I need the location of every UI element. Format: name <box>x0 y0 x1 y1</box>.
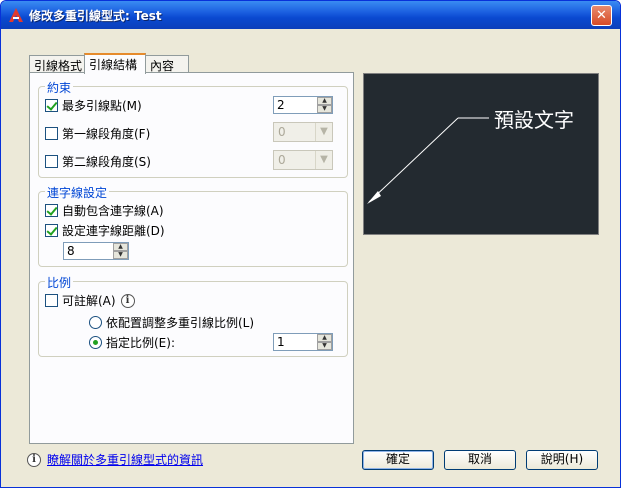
arrowhead-icon <box>367 191 381 204</box>
dialog-window: 修改多重引線型式: Test ✕ 引線格式 引線結構 內容 約束 最多引線點(M… <box>0 0 621 488</box>
second-angle-combo: 0 ▼ <box>273 150 333 170</box>
max-points-checkbox[interactable] <box>45 99 58 112</box>
spin-up-icon[interactable]: ▲ <box>317 97 332 105</box>
autocad-logo-icon <box>9 8 23 22</box>
max-points-row: 最多引線點(M) <box>45 97 142 114</box>
auto-include-label: 自動包含連字線(A) <box>62 204 164 218</box>
spin-down-icon[interactable]: ▼ <box>317 342 332 350</box>
info-icon: i <box>27 452 41 467</box>
auto-include-row: 自動包含連字線(A) <box>45 202 164 219</box>
footer-info: i 瞭解關於多重引線型式的資訊 <box>27 451 203 468</box>
scale-group: 比例 可註解(A) i 依配置調整多重引線比例(L) 指定比例(E): 1 ▲ … <box>38 274 348 357</box>
first-angle-combo: 0 ▼ <box>273 122 333 142</box>
set-distance-checkbox[interactable] <box>45 224 58 237</box>
max-points-value[interactable]: 2 <box>274 98 317 112</box>
scale-to-layout-label: 依配置調整多重引線比例(L) <box>106 316 255 330</box>
set-distance-label: 設定連字線距離(D) <box>62 224 165 238</box>
chevron-down-icon: ▼ <box>315 123 332 141</box>
scale-to-layout-radio[interactable] <box>89 316 102 329</box>
scale-to-layout-row: 依配置調整多重引線比例(L) <box>89 314 254 331</box>
constraints-group: 約束 最多引線點(M) 2 ▲ ▼ 第一線段角度(F) 0 ▼ 第二線段角度(S… <box>38 79 348 178</box>
scale-stepper[interactable]: 1 ▲ ▼ <box>273 333 333 351</box>
spin-up-icon[interactable]: ▲ <box>113 243 128 251</box>
landing-legend: 連字線設定 <box>45 184 110 201</box>
cancel-button[interactable]: 取消 <box>444 450 516 470</box>
auto-include-checkbox[interactable] <box>45 204 58 217</box>
tab-leader-format[interactable]: 引線格式 <box>29 55 85 73</box>
close-button[interactable]: ✕ <box>591 5 612 26</box>
max-points-label: 最多引線點(M) <box>62 99 142 113</box>
ok-button[interactable]: 確定 <box>362 450 434 470</box>
spin-up-icon[interactable]: ▲ <box>317 334 332 342</box>
landing-group: 連字線設定 自動包含連字線(A) 設定連字線距離(D) 8 ▲ ▼ <box>38 184 348 267</box>
second-angle-row: 第二線段角度(S) <box>45 153 151 170</box>
info-icon[interactable]: i <box>120 293 135 308</box>
tab-panel: 約束 最多引線點(M) 2 ▲ ▼ 第一線段角度(F) 0 ▼ 第二線段角度(S… <box>29 72 354 444</box>
title-bar[interactable]: 修改多重引線型式: Test ✕ <box>1 1 620 29</box>
window-title: 修改多重引線型式: Test <box>29 9 162 23</box>
tab-content[interactable]: 內容 <box>145 55 189 73</box>
first-angle-checkbox[interactable] <box>45 127 58 140</box>
info-link[interactable]: 瞭解關於多重引線型式的資訊 <box>47 451 203 468</box>
second-angle-checkbox[interactable] <box>45 155 58 168</box>
annotative-checkbox[interactable] <box>45 294 58 307</box>
set-distance-row: 設定連字線距離(D) <box>45 222 165 239</box>
chevron-down-icon: ▼ <box>315 151 332 169</box>
spin-down-icon[interactable]: ▼ <box>113 251 128 259</box>
second-angle-label: 第二線段角度(S) <box>62 155 151 169</box>
annotative-row: 可註解(A) i <box>45 292 135 309</box>
preview-default-text: 預設文字 <box>494 108 574 132</box>
constraints-legend: 約束 <box>45 79 74 96</box>
first-angle-label: 第一線段角度(F) <box>62 127 151 141</box>
spin-down-icon[interactable]: ▼ <box>317 105 332 113</box>
max-points-stepper[interactable]: 2 ▲ ▼ <box>273 96 333 114</box>
first-angle-value: 0 <box>278 125 286 139</box>
help-button[interactable]: 說明(H) <box>526 450 598 470</box>
scale-value[interactable]: 1 <box>274 335 317 349</box>
leader-preview: 預設文字 <box>363 73 599 235</box>
specify-scale-radio[interactable] <box>89 336 102 349</box>
scale-legend: 比例 <box>45 274 74 291</box>
landing-distance-stepper[interactable]: 8 ▲ ▼ <box>63 242 129 260</box>
first-angle-row: 第一線段角度(F) <box>45 125 150 142</box>
tab-leader-structure[interactable]: 引線結構 <box>84 53 146 74</box>
annotative-label: 可註解(A) <box>62 294 116 308</box>
specify-scale-row: 指定比例(E): <box>89 334 175 351</box>
second-angle-value: 0 <box>278 153 286 167</box>
landing-distance-value[interactable]: 8 <box>64 244 113 258</box>
specify-scale-label: 指定比例(E): <box>106 336 175 350</box>
leader-preview-graphic <box>367 117 489 204</box>
